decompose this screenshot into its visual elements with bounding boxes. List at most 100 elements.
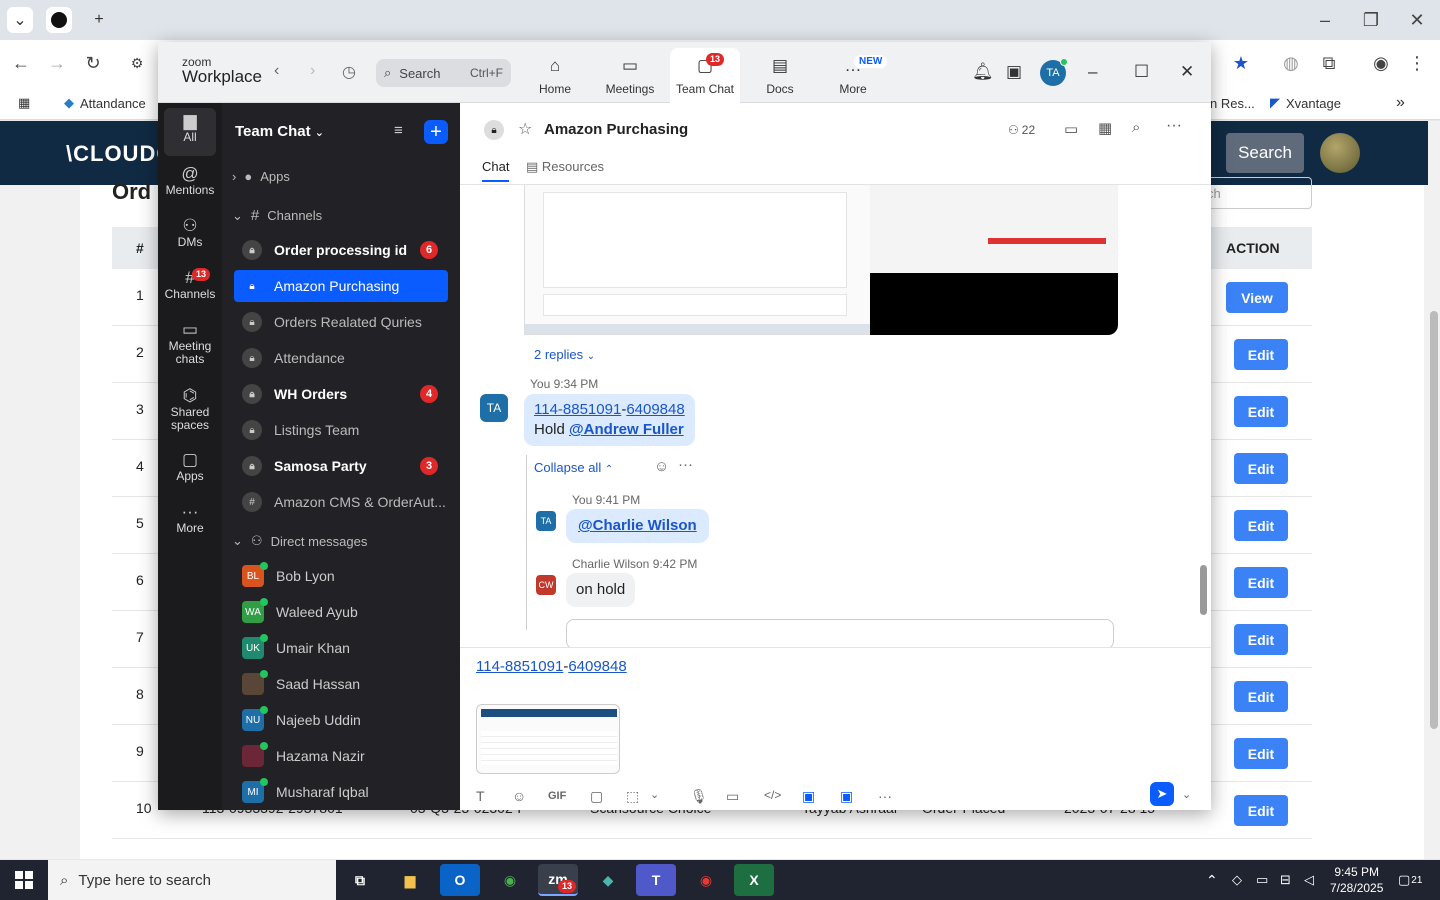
translate-icon[interactable]: ◍: [1278, 50, 1304, 76]
file-explorer-icon[interactable]: ▆: [390, 864, 430, 896]
teams-icon[interactable]: T: [636, 864, 676, 896]
search-icon[interactable]: ⌕: [1132, 119, 1140, 136]
charlie-avatar[interactable]: CW: [536, 575, 556, 595]
screenshot-icon[interactable]: ⬚: [626, 788, 639, 805]
close-window-button[interactable]: ✕: [1394, 0, 1440, 40]
notifications-icon[interactable]: ▢ 21: [1398, 860, 1422, 900]
more-tools-icon[interactable]: ···: [878, 788, 892, 804]
user-avatar[interactable]: [1320, 133, 1360, 173]
bookmark-star-icon[interactable]: ★: [1228, 50, 1254, 76]
mention-charlie[interactable]: @Charlie Wilson: [578, 517, 697, 534]
compose-text[interactable]: 114-8851091-6409848: [476, 658, 627, 675]
row-edit-button[interactable]: Edit: [1234, 510, 1288, 541]
task-view-icon[interactable]: ⧉: [340, 864, 380, 896]
profile-icon[interactable]: ◉: [1368, 50, 1394, 76]
taskbar-search[interactable]: ⌕ Type here to search: [48, 860, 336, 900]
row-edit-button[interactable]: Edit: [1234, 567, 1288, 598]
tray-chevron-icon[interactable]: ⌃: [1206, 860, 1218, 900]
rail-channels[interactable]: # Channels: [158, 269, 222, 301]
row-edit-button[interactable]: Edit: [1234, 681, 1288, 712]
tab-team-chat[interactable]: ▢ Team Chat: [670, 48, 740, 103]
bookmark-attandance[interactable]: ◆ Attandance: [64, 92, 146, 114]
zoom-forward-icon[interactable]: ›: [310, 62, 315, 80]
channel-title[interactable]: Amazon Purchasing: [544, 121, 688, 138]
outlook-icon[interactable]: O: [440, 864, 480, 896]
zoom-maximize-button[interactable]: ☐: [1134, 62, 1149, 82]
zoom-search-input[interactable]: ⌕ Search Ctrl+F: [376, 59, 511, 87]
add-reaction-icon[interactable]: ☺: [654, 458, 669, 475]
mention-andrew[interactable]: @Andrew Fuller: [569, 421, 684, 438]
dm-item[interactable]: Hazama Nazir: [242, 742, 365, 770]
row-edit-button[interactable]: Edit: [1234, 738, 1288, 769]
zoom-back-icon[interactable]: ‹: [274, 62, 279, 80]
chevron-down-icon[interactable]: ⌄: [650, 788, 659, 801]
chat-scroll-thumb[interactable]: [1200, 565, 1207, 615]
active-tab[interactable]: [46, 7, 72, 33]
extensions-icon[interactable]: ⧉: [1316, 50, 1342, 76]
rail-all[interactable]: ▆ All: [164, 108, 216, 156]
channels-section[interactable]: ⌄ # Channels: [232, 207, 322, 224]
tab-docs[interactable]: ▤ Docs: [745, 48, 815, 103]
volume-icon[interactable]: ◁: [1304, 860, 1314, 900]
order-link-b[interactable]: 6409848: [626, 401, 684, 418]
row-edit-button[interactable]: Edit: [1234, 624, 1288, 655]
row-edit-button[interactable]: Edit: [1234, 795, 1288, 826]
new-chat-button[interactable]: +: [424, 120, 448, 144]
channel-item[interactable]: 🔒︎ Order processing id 6: [234, 234, 448, 266]
tab-meetings[interactable]: ▭ Meetings: [595, 48, 665, 103]
screenshot-attachment-2[interactable]: [870, 185, 1118, 335]
dm-item[interactable]: WA Waleed Ayub: [242, 598, 358, 626]
channel-item[interactable]: 🔒︎ Orders Realated Quries: [234, 306, 448, 338]
notifications-bell-icon[interactable]: 🔔︎: [972, 62, 994, 82]
file-icon[interactable]: ▢: [590, 788, 603, 805]
tab-chat[interactable]: Chat: [482, 159, 510, 182]
row-edit-button[interactable]: Edit: [1234, 339, 1288, 370]
compose-area[interactable]: 114-8851091-6409848 T ☺ GIF ▢ ⬚ ⌄ 🎙︎ ▭ <…: [460, 647, 1211, 810]
clock[interactable]: 9:45 PM 7/28/2025: [1330, 860, 1383, 900]
dm-item[interactable]: NU Najeeb Uddin: [242, 706, 361, 734]
table-search-input[interactable]: ch: [1196, 177, 1312, 209]
replies-link[interactable]: 2 replies ⌄: [534, 347, 595, 362]
channel-item[interactable]: 🔒︎ Listings Team: [234, 414, 448, 446]
bookmark-res[interactable]: n Res...: [1210, 92, 1255, 114]
bookmark-xvantage[interactable]: ◤ Xvantage: [1270, 92, 1341, 114]
app-icon-2[interactable]: ▣: [840, 788, 853, 805]
code-snippet-icon[interactable]: </>: [764, 788, 781, 802]
zoom-close-button[interactable]: ✕: [1180, 62, 1194, 82]
excel-icon[interactable]: X: [734, 864, 774, 896]
rail-dms[interactable]: ⚇ DMs: [158, 217, 222, 249]
tab-list-button[interactable]: ⌄: [7, 7, 33, 33]
network-icon[interactable]: ⊟: [1280, 860, 1291, 900]
order-link-a[interactable]: 114-8851091: [534, 401, 621, 418]
page-scroll-thumb[interactable]: [1430, 311, 1438, 729]
tray-app-icon[interactable]: ◇: [1232, 860, 1242, 900]
forward-button[interactable]: →: [44, 50, 70, 76]
site-search-button[interactable]: Search: [1226, 133, 1304, 173]
video-message-icon[interactable]: ▭: [726, 788, 739, 805]
rail-meeting-chats[interactable]: ▭ Meeting chats: [158, 321, 222, 366]
apps-section[interactable]: › ● Apps: [232, 169, 290, 184]
channel-item[interactable]: 🔒︎ WH Orders 4: [234, 378, 448, 410]
restore-button[interactable]: ❐: [1348, 0, 1394, 40]
rail-mentions[interactable]: @ Mentions: [158, 165, 222, 197]
tab-home[interactable]: ⌂ Home: [520, 48, 590, 103]
zoom-minimize-button[interactable]: –: [1088, 62, 1097, 82]
page-scrollbar[interactable]: [1428, 121, 1440, 859]
dm-item[interactable]: BL Bob Lyon: [242, 562, 335, 590]
more-bookmarks-button[interactable]: »: [1396, 92, 1405, 114]
dm-item[interactable]: MI Musharaf Iqbal: [242, 778, 369, 806]
video-camera-icon[interactable]: ▭: [1064, 120, 1078, 138]
row-edit-button[interactable]: Edit: [1234, 396, 1288, 427]
tab-resources[interactable]: ▤ Resources: [526, 159, 604, 175]
reply-input-box[interactable]: [566, 619, 1114, 647]
send-options-icon[interactable]: ⌄: [1182, 788, 1191, 801]
calendar-icon[interactable]: ▦: [1098, 119, 1112, 137]
pasted-image-preview[interactable]: [476, 704, 620, 774]
rail-more[interactable]: ··· More: [158, 503, 222, 535]
sender-avatar[interactable]: TA: [480, 394, 508, 422]
rail-apps[interactable]: ▢ Apps: [158, 451, 222, 483]
browser-menu-icon[interactable]: ⋮: [1404, 50, 1430, 76]
star-icon[interactable]: ☆: [518, 119, 532, 139]
channel-item[interactable]: # Amazon CMS & OrderAut...: [234, 486, 448, 518]
channel-item[interactable]: 🔒︎ Amazon Purchasing: [234, 270, 448, 302]
